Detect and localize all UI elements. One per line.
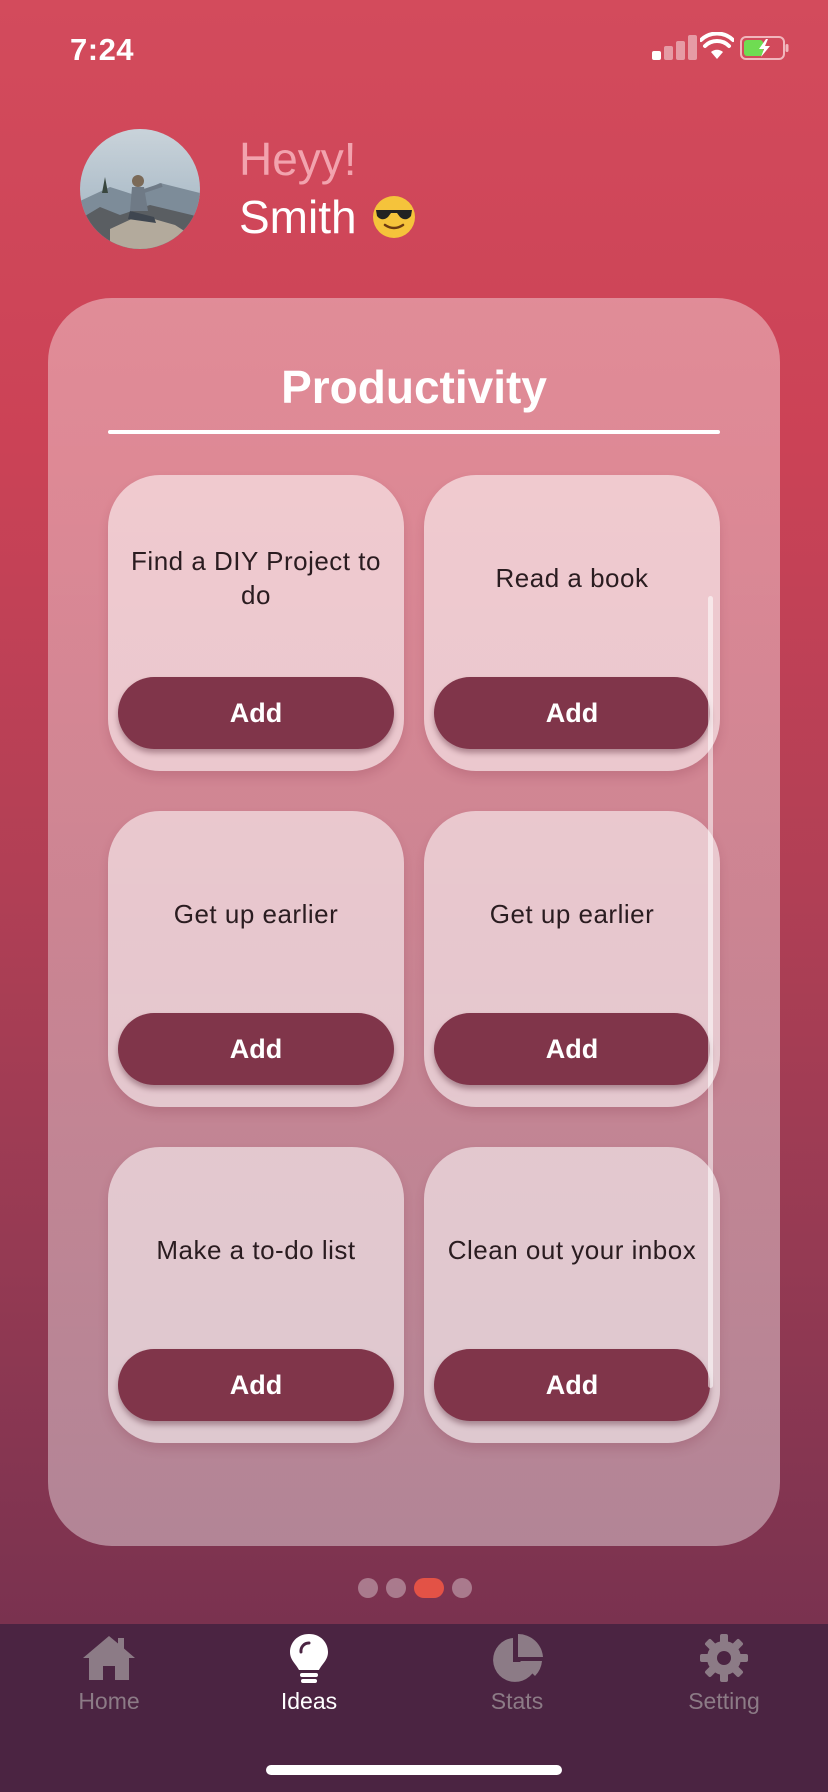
cellular-signal-icon xyxy=(652,34,704,60)
idea-card: Get up earlier Add xyxy=(424,811,720,1107)
profile-photo-avatar xyxy=(80,129,200,249)
productivity-panel: Productivity Find a DIY Project to do Ad… xyxy=(48,298,780,1546)
idea-card: Read a book Add xyxy=(424,475,720,771)
sunglasses-emoji-icon xyxy=(372,196,415,238)
home-indicator[interactable] xyxy=(266,1765,562,1775)
add-button[interactable]: Add xyxy=(118,1349,394,1421)
add-button[interactable]: Add xyxy=(434,1349,710,1421)
wifi-icon xyxy=(700,32,734,59)
add-button[interactable]: Add xyxy=(118,677,394,749)
tab-stats[interactable]: Stats xyxy=(447,1624,587,1724)
title-divider xyxy=(108,430,720,434)
idea-card-label: Find a DIY Project to do xyxy=(131,546,381,610)
page-dot-active[interactable] xyxy=(414,1578,444,1598)
tab-label: Home xyxy=(78,1688,140,1714)
status-time: 7:24 xyxy=(70,32,135,67)
avatar[interactable] xyxy=(80,129,200,249)
tab-label: Setting xyxy=(688,1688,760,1714)
page-dot[interactable] xyxy=(452,1578,472,1598)
tab-home[interactable]: Home xyxy=(39,1624,179,1724)
add-button[interactable]: Add xyxy=(434,1013,710,1085)
tab-ideas[interactable]: Ideas xyxy=(239,1624,379,1724)
idea-card: Get up earlier Add xyxy=(108,811,404,1107)
idea-card: Find a DIY Project to do Add xyxy=(108,475,404,771)
status-bar: 7:24 xyxy=(0,0,828,100)
idea-card: Make a to-do list Add xyxy=(108,1147,404,1443)
add-button[interactable]: Add xyxy=(434,677,710,749)
user-name: Smith xyxy=(239,191,357,243)
greeting-name-row: Smith xyxy=(239,190,417,244)
idea-card-label: Read a book xyxy=(495,563,649,593)
scrollbar[interactable] xyxy=(708,596,713,1388)
idea-card-label: Make a to-do list xyxy=(156,1235,356,1265)
page-indicator xyxy=(0,1578,828,1600)
tab-label: Stats xyxy=(490,1688,544,1714)
tab-label: Ideas xyxy=(280,1688,338,1714)
page-dot[interactable] xyxy=(386,1578,406,1598)
gear-icon xyxy=(700,1634,748,1682)
idea-card-label: Get up earlier xyxy=(489,899,655,929)
greeting-hello: Heyy! xyxy=(239,133,357,185)
idea-card: Clean out your inbox Add xyxy=(424,1147,720,1443)
idea-card-label: Get up earlier xyxy=(173,899,339,929)
tab-setting[interactable]: Setting xyxy=(654,1624,794,1724)
idea-card-label: Clean out your inbox xyxy=(447,1235,697,1265)
lightbulb-icon xyxy=(290,1634,328,1683)
home-icon xyxy=(83,1636,135,1680)
page-dot[interactable] xyxy=(358,1578,378,1598)
pie-chart-icon xyxy=(493,1633,543,1682)
panel-title: Productivity xyxy=(281,361,547,413)
add-button[interactable]: Add xyxy=(118,1013,394,1085)
battery-charging-icon xyxy=(740,36,789,60)
